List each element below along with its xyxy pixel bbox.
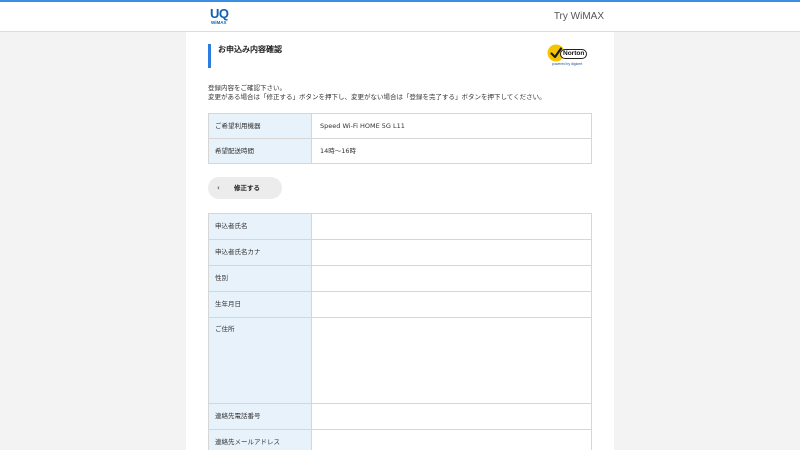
norton-seal[interactable]: Norton powered by digicert	[546, 44, 594, 68]
row-value	[312, 214, 591, 239]
intro-line-1: 登録内容をご確認下さい。	[208, 84, 286, 92]
intro-line-2: 変更がある場合は「修正する」ボタンを押下し、変更がない場合は「登録を完了する」ボ…	[208, 93, 546, 101]
table-row: 連絡先メールアドレス	[209, 430, 591, 450]
row-label: 連絡先メールアドレス	[209, 430, 312, 450]
table-row: 申込者氏名	[209, 214, 591, 240]
main-content: お申込み内容確認 Norton powered by digicert 登録内容…	[186, 32, 614, 450]
row-label: 連絡先電話番号	[209, 404, 312, 429]
table-row: 生年月日	[209, 292, 591, 318]
page-title: お申込み内容確認	[218, 45, 282, 54]
row-label: 性別	[209, 266, 312, 291]
norton-subtext: powered by digicert	[552, 62, 583, 66]
row-label: 申込者氏名	[209, 214, 312, 239]
table-row: ご希望利用機器 Speed Wi-Fi HOME 5G L11	[209, 114, 591, 139]
fix-button[interactable]: ‹ 修正する	[208, 177, 282, 199]
page-title-block: お申込み内容確認	[208, 44, 282, 68]
try-wimax-link[interactable]: Try WiMAX	[554, 11, 604, 22]
table-row: 連絡先電話番号	[209, 404, 591, 430]
table-row: 性別	[209, 266, 591, 292]
row-value	[312, 240, 591, 265]
uq-wimax-logo[interactable]: UQ WiMAX	[210, 7, 232, 27]
logo-uq-text: UQ	[210, 6, 229, 21]
table-row: 希望配送時間 14時〜16時	[209, 139, 591, 164]
row-label: 生年月日	[209, 292, 312, 317]
intro-text: 登録内容をご確認下さい。 変更がある場合は「修正する」ボタンを押下し、変更がない…	[208, 84, 546, 102]
chevron-left-icon: ‹	[217, 184, 220, 192]
row-value: 14時〜16時	[312, 139, 591, 163]
applicant-info-table: 申込者氏名 申込者氏名カナ 性別 生年月日 ご住所 連絡先電話番号 連絡先メール…	[208, 213, 592, 450]
norton-wordmark: Norton	[560, 49, 588, 59]
row-value	[312, 292, 591, 317]
row-value	[312, 404, 591, 429]
row-value	[312, 430, 591, 450]
row-value	[312, 318, 591, 403]
row-label: 希望配送時間	[209, 139, 312, 163]
site-header: UQ WiMAX Try WiMAX	[0, 2, 800, 32]
row-label: ご希望利用機器	[209, 114, 312, 138]
logo-wimax-text: WiMAX	[211, 20, 227, 25]
row-label: 申込者氏名カナ	[209, 240, 312, 265]
table-row: 申込者氏名カナ	[209, 240, 591, 266]
row-label: ご住所	[209, 318, 312, 403]
table-row: ご住所	[209, 318, 591, 404]
row-value: Speed Wi-Fi HOME 5G L11	[312, 114, 591, 138]
fix-button-label: 修正する	[234, 184, 260, 192]
order-summary-table: ご希望利用機器 Speed Wi-Fi HOME 5G L11 希望配送時間 1…	[208, 113, 592, 164]
row-value	[312, 266, 591, 291]
